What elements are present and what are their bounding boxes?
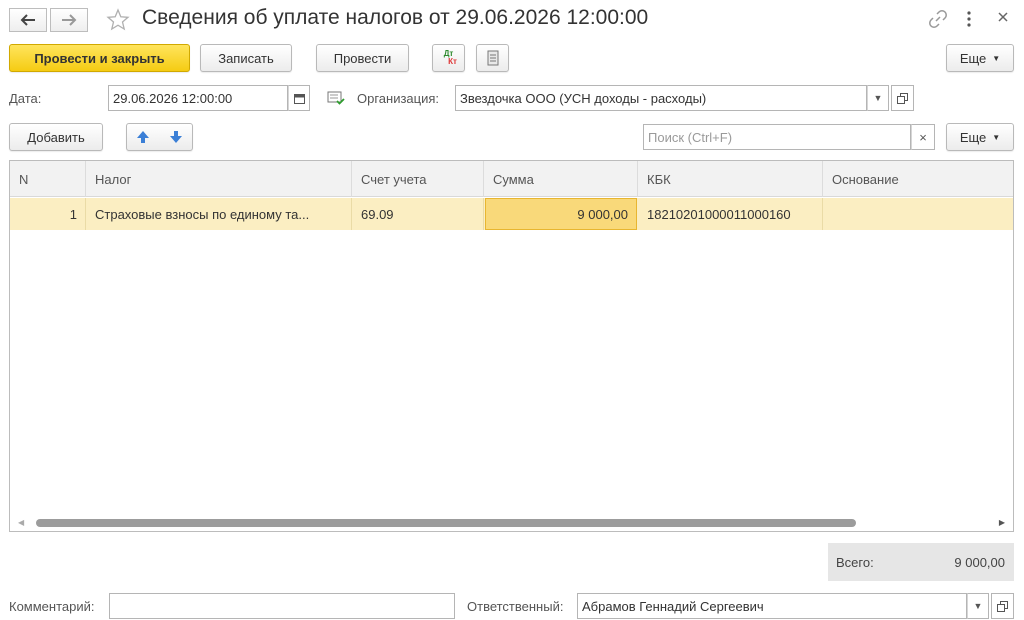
taxes-table: N Налог Счет учета Сумма КБК Основание 1… <box>9 160 1014 532</box>
open-window-icon <box>997 600 1008 612</box>
organization-field[interactable]: Звездочка ООО (УСН доходы - расходы) <box>455 85 867 111</box>
move-down-button[interactable] <box>169 130 183 144</box>
comment-label: Комментарий: <box>9 599 95 614</box>
chevron-down-icon: ▼ <box>992 53 1001 63</box>
document-status-icon[interactable] <box>327 91 345 105</box>
cell-basis[interactable] <box>823 198 1013 230</box>
cell-kbk[interactable]: 18210201000011000160 <box>638 198 823 230</box>
total-box: Всего: 9 000,00 <box>828 543 1014 581</box>
date-field[interactable]: 29.06.2026 12:00:00 <box>108 85 288 111</box>
calendar-button[interactable] <box>288 85 310 111</box>
arrow-right-icon <box>62 14 77 26</box>
horizontal-scrollbar[interactable]: ◀ ▶ <box>10 515 1013 531</box>
clear-search-button[interactable]: × <box>911 124 935 150</box>
chevron-down-icon: ▼ <box>873 93 883 103</box>
organization-open-button[interactable] <box>891 85 914 111</box>
cell-account[interactable]: 69.09 <box>352 198 484 230</box>
responsible-label: Ответственный: <box>467 599 564 614</box>
more-label: Еще <box>959 129 987 145</box>
column-header-amount[interactable]: Сумма <box>484 161 638 197</box>
cell-n[interactable]: 1 <box>10 198 86 230</box>
scroll-left-icon[interactable]: ◀ <box>18 518 24 527</box>
more-vertical-icon[interactable] <box>965 10 973 28</box>
scroll-right-icon[interactable]: ▶ <box>999 518 1005 527</box>
move-up-button[interactable] <box>136 130 150 144</box>
arrow-left-icon <box>20 14 35 26</box>
column-header-kbk[interactable]: КБК <box>638 161 823 197</box>
forward-button[interactable] <box>50 8 88 32</box>
open-window-icon <box>897 92 908 104</box>
arrow-down-icon <box>169 131 182 143</box>
favorite-star-icon[interactable] <box>106 8 130 32</box>
post-button[interactable]: Провести <box>316 44 409 72</box>
column-header-account[interactable]: Счет учета <box>352 161 484 197</box>
table-header: N Налог Счет учета Сумма КБК Основание <box>10 161 1013 197</box>
column-header-tax[interactable]: Налог <box>86 161 352 197</box>
more-button[interactable]: Еще ▼ <box>946 44 1014 72</box>
table-row[interactable]: 1 Страховые взносы по единому та... 69.0… <box>10 198 1013 230</box>
link-icon[interactable] <box>928 9 948 29</box>
search-input[interactable]: Поиск (Ctrl+F) <box>643 124 911 150</box>
add-button[interactable]: Добавить <box>9 123 103 151</box>
comment-field[interactable] <box>109 593 455 619</box>
responsible-dropdown-button[interactable]: ▼ <box>967 593 989 619</box>
move-buttons <box>126 123 193 151</box>
organization-dropdown-button[interactable]: ▼ <box>867 85 889 111</box>
chevron-down-icon: ▼ <box>973 601 983 611</box>
table-more-button[interactable]: Еще ▼ <box>946 123 1014 151</box>
total-label: Всего: <box>836 554 874 570</box>
chevron-down-icon: ▼ <box>992 132 1001 142</box>
date-label: Дата: <box>9 91 42 106</box>
column-header-n[interactable]: N <box>10 161 86 197</box>
org-label: Организация: <box>357 91 440 106</box>
total-value: 9 000,00 <box>954 554 1005 570</box>
close-icon[interactable] <box>997 11 1009 23</box>
arrow-up-icon <box>137 131 150 143</box>
responsible-field[interactable]: Абрамов Геннадий Сергеевич <box>577 593 967 619</box>
page-title: Сведения об уплате налогов от 29.06.2026… <box>142 6 649 29</box>
column-header-basis[interactable]: Основание <box>823 161 1013 197</box>
back-button[interactable] <box>9 8 47 32</box>
responsible-open-button[interactable] <box>991 593 1014 619</box>
dt-kt-button[interactable]: Дт Кт <box>432 44 465 72</box>
kt-label: Кт <box>448 57 457 66</box>
calendar-icon <box>293 93 305 104</box>
save-button[interactable]: Записать <box>200 44 292 72</box>
post-and-close-button[interactable]: Провести и закрыть <box>9 44 190 72</box>
scrollbar-thumb[interactable] <box>36 519 856 527</box>
document-list-button[interactable] <box>476 44 509 72</box>
more-label: Еще <box>959 50 987 66</box>
cell-amount[interactable]: 9 000,00 <box>485 198 637 230</box>
list-document-icon <box>487 50 498 66</box>
cell-tax[interactable]: Страховые взносы по единому та... <box>86 198 352 230</box>
